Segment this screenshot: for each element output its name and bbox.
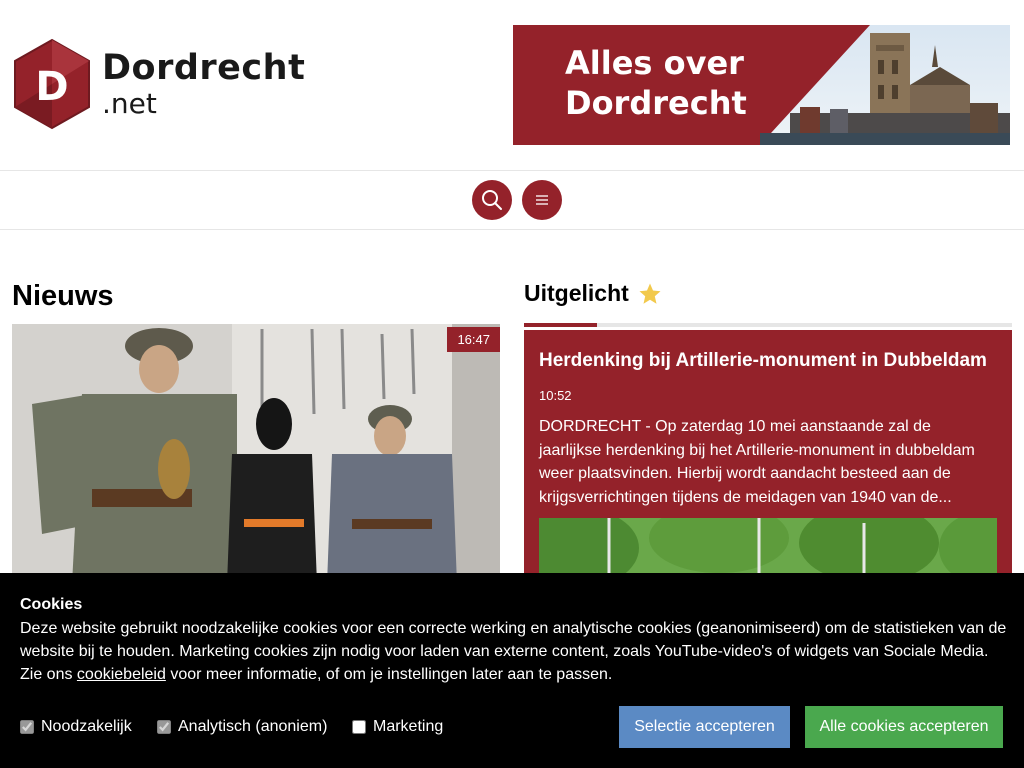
site-header: D Dordrecht .net Alles over Dordrecht [0,0,1024,170]
marketing-label: Marketing [373,718,444,735]
logo-name: Dordrecht [102,47,306,88]
featured-tab-active [524,323,597,327]
hamburger-icon [536,195,548,205]
cookie-option-analytics[interactable]: Analytisch (anoniem) [157,718,327,736]
cookie-title: Cookies [20,596,83,613]
logo-letter: D [35,64,68,110]
featured-card[interactable]: Herdenking bij Artillerie-monument in Du… [524,330,1012,590]
menu-button[interactable] [522,180,562,220]
news-time-badge: 16:47 [447,327,500,352]
analytics-checkbox[interactable] [157,720,171,734]
cookie-text: Deze website gebruikt noodzakelijke cook… [20,617,1010,686]
featured-article-excerpt: DORDRECHT - Op zaterdag 10 mei aanstaand… [539,418,975,506]
logo-hexagon-icon: D [14,38,90,130]
main-navbar [0,170,1024,230]
logo-tld: .net [102,86,157,120]
banner-line-1: Alles over [565,44,744,82]
cookie-text-after: voor meer informatie, of om je instellin… [165,666,613,683]
featured-article-title[interactable]: Herdenking bij Artillerie-monument in Du… [539,348,997,374]
banner-line-2: Dordrecht [565,84,747,122]
star-icon [639,283,661,304]
featured-tabline [524,323,1012,327]
necessary-label: Noodzakelijk [41,718,132,735]
cookie-option-necessary[interactable]: Noodzakelijk [20,718,132,736]
search-button[interactable] [472,180,512,220]
cookie-banner: Cookies Deze website gebruikt noodzakeli… [0,573,1024,768]
news-card[interactable]: 16:47 [12,324,500,584]
header-banner[interactable]: Alles over Dordrecht [513,25,1010,145]
analytics-label: Analytisch (anoniem) [178,718,328,735]
site-logo[interactable]: D Dordrecht .net [12,38,305,130]
featured-article-time: 10:52 [539,388,572,403]
featured-title: Uitgelicht [524,280,629,306]
cookie-option-marketing[interactable]: Marketing [352,718,443,736]
cookie-policy-link[interactable]: cookiebeleid [77,666,166,683]
marketing-checkbox[interactable] [352,720,366,734]
accept-selection-button[interactable]: Selectie accepteren [619,706,790,748]
accept-all-button[interactable]: Alle cookies accepteren [805,706,1003,748]
news-card-photo [12,324,500,584]
church-skyline-photo [760,25,1010,145]
search-icon [482,190,502,210]
news-title: Nieuws [12,280,114,312]
featured-heading: Uitgelicht [524,280,663,307]
necessary-checkbox[interactable] [20,720,34,734]
